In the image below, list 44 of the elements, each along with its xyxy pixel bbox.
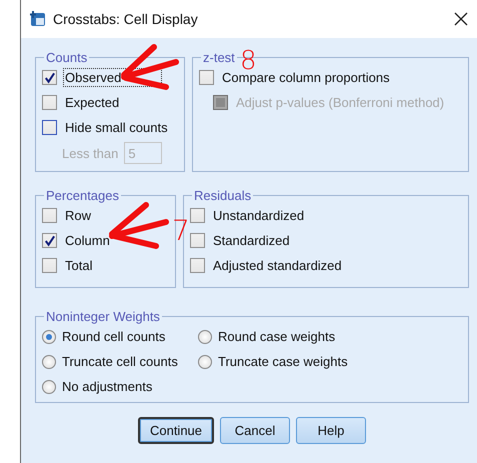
checkbox[interactable] [42, 120, 57, 135]
checkbox-label[interactable]: Expected [63, 93, 122, 112]
checkbox[interactable] [42, 95, 57, 110]
checkbox-label[interactable]: Hide small counts [63, 118, 170, 137]
checkbox-label[interactable]: Column [63, 231, 112, 250]
checkbox[interactable] [190, 258, 205, 273]
radio-label[interactable]: Truncate case weights [216, 352, 350, 371]
radio-button[interactable] [198, 330, 212, 344]
checkbox[interactable] [42, 70, 57, 85]
radio-label[interactable]: Round case weights [216, 327, 338, 346]
checkbox[interactable] [42, 258, 57, 273]
window-title: Crosstabs: Cell Display [53, 11, 199, 27]
radio-label[interactable]: Truncate cell counts [60, 352, 180, 371]
radio-button[interactable] [42, 380, 56, 394]
group-title: Percentages [45, 188, 120, 203]
checkbox[interactable] [190, 208, 205, 223]
group-title: Residuals [193, 188, 252, 203]
checkbox[interactable] [199, 70, 214, 85]
group-title: Noninteger Weights [45, 309, 161, 324]
radio-button[interactable] [42, 330, 56, 344]
checkbox[interactable] [42, 233, 57, 248]
dialog-button[interactable]: Cancel [220, 417, 290, 444]
checkbox-label[interactable]: Adjusted standardized [211, 256, 344, 275]
checkbox-label[interactable]: Row [63, 206, 94, 225]
app-icon [29, 10, 47, 28]
dialog-button[interactable]: Help [296, 417, 366, 444]
checkbox-label[interactable]: Unstandardized [211, 206, 306, 225]
dialog-button[interactable]: Continue [138, 417, 214, 444]
radio-button[interactable] [198, 354, 212, 368]
group-title: z-test [202, 50, 236, 65]
annotation-arrow [121, 44, 179, 90]
radio-button[interactable] [42, 354, 56, 368]
radio-label[interactable]: Round cell counts [60, 327, 168, 346]
annotation-number: 7 [172, 214, 190, 247]
checkbox-label[interactable]: Observed [63, 68, 162, 87]
checkbox-label[interactable]: Total [63, 256, 94, 275]
annotation-arrow [109, 202, 169, 249]
close-icon[interactable] [454, 12, 468, 26]
field-label: Less than [62, 146, 118, 160]
group-title: Counts [45, 50, 88, 65]
checkbox[interactable] [42, 208, 57, 223]
checkbox-label[interactable]: Standardized [211, 231, 292, 250]
radio-label[interactable]: No adjustments [60, 377, 154, 396]
checkbox[interactable] [190, 233, 205, 248]
